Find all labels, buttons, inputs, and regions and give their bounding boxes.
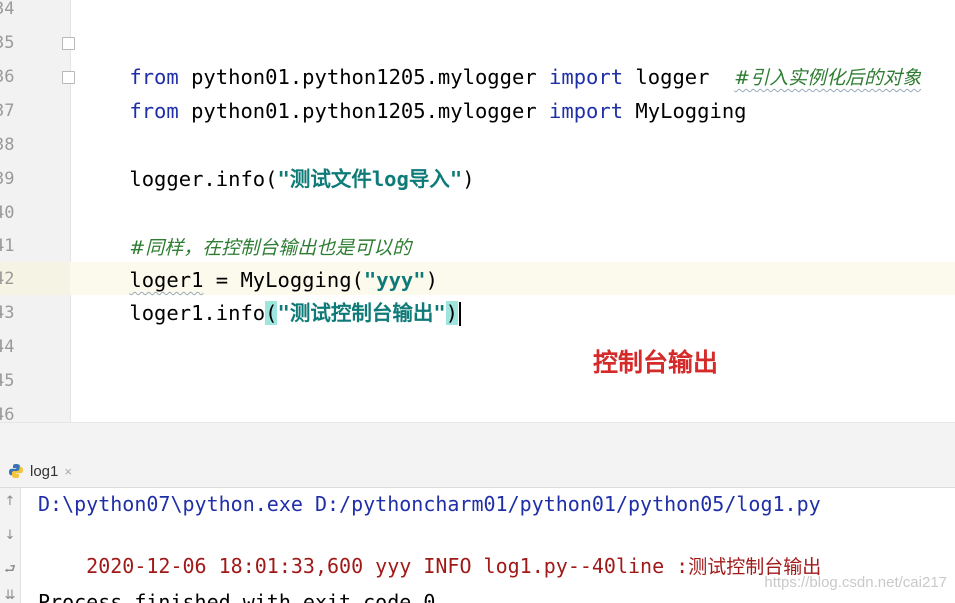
- line-number: 42: [0, 269, 15, 289]
- run-tab-log1[interactable]: log1 ×: [8, 458, 72, 484]
- code-line[interactable]: #同样，在控制台输出也是可以的: [80, 196, 411, 259]
- line-number: 34: [0, 0, 15, 19]
- matched-paren: ): [445, 301, 459, 325]
- line-number: 37: [0, 101, 15, 121]
- line-number: 35: [0, 33, 15, 53]
- call-prefix: loger1.info: [129, 301, 266, 325]
- code-line[interactable]: from python01.python1205.mylogger import…: [80, 60, 746, 123]
- run-tab-label: log1: [30, 462, 59, 480]
- module-path: python01.python1205.mylogger: [178, 99, 550, 123]
- fold-end-icon[interactable]: [62, 71, 75, 84]
- import-name: MyLogging: [623, 99, 747, 123]
- run-tool-window-tabs: log1 ×: [0, 454, 955, 488]
- call-prefix: logger.info(: [129, 167, 278, 191]
- code-line[interactable]: from python01.python1205.mylogger import…: [80, 26, 921, 89]
- close-icon[interactable]: ×: [64, 464, 72, 479]
- fold-start-icon[interactable]: [62, 37, 75, 50]
- line-number: 43: [0, 303, 15, 323]
- line-number: 38: [0, 135, 15, 155]
- call-suffix: ): [462, 167, 475, 191]
- line-number: 45: [0, 371, 15, 391]
- keyword: import: [549, 99, 624, 123]
- up-arrow-icon[interactable]: ↑: [2, 494, 18, 510]
- line-number: 44: [0, 337, 15, 357]
- line-number: 46: [0, 405, 15, 422]
- console-command-line: D:\python07\python.exe D:/pythoncharm01/…: [38, 492, 821, 516]
- panel-divider[interactable]: [0, 422, 955, 455]
- line-number: 36: [0, 67, 15, 87]
- matched-paren: (: [265, 301, 278, 325]
- code-line-current[interactable]: loger1.info("测试控制台输出"): [80, 262, 462, 326]
- down-arrow-icon[interactable]: ↓: [2, 528, 18, 544]
- watermark: https://blog.csdn.net/cai217: [764, 574, 947, 591]
- line-number: 40: [0, 203, 15, 223]
- keyword: from: [129, 99, 179, 123]
- string-literal: "测试文件log导入": [277, 167, 463, 191]
- scroll-end-icon[interactable]: ⇊: [2, 588, 18, 603]
- annotation-label: 控制台输出: [593, 348, 719, 377]
- console-exit-line: Process finished with exit code 0: [38, 590, 436, 603]
- console-toolbar: ↑ ↓ ⮐ ⇊: [0, 488, 21, 603]
- string-literal: "测试控制台输出": [277, 301, 446, 325]
- soft-wrap-icon[interactable]: ⮐: [2, 562, 18, 578]
- code-line[interactable]: logger.info("测试文件log导入"): [80, 128, 474, 191]
- line-number: 41: [0, 236, 15, 256]
- python-icon: [9, 464, 23, 478]
- code-editor[interactable]: 34 35 36 37 38 39 40 41 42 43 44 45 46 f…: [0, 0, 955, 422]
- code-comment: #引入实例化后的对象: [734, 67, 922, 89]
- line-number: 39: [0, 169, 15, 189]
- log-prefix: 2020-12-06 18:01:33,600 yyy INFO log1.py…: [86, 554, 689, 578]
- text-cursor: [459, 302, 462, 326]
- run-console[interactable]: ↑ ↓ ⮐ ⇊ D:\python07\python.exe D:/python…: [0, 488, 955, 603]
- code-line[interactable]: loger1 = MyLogging("yyy"): [80, 229, 438, 292]
